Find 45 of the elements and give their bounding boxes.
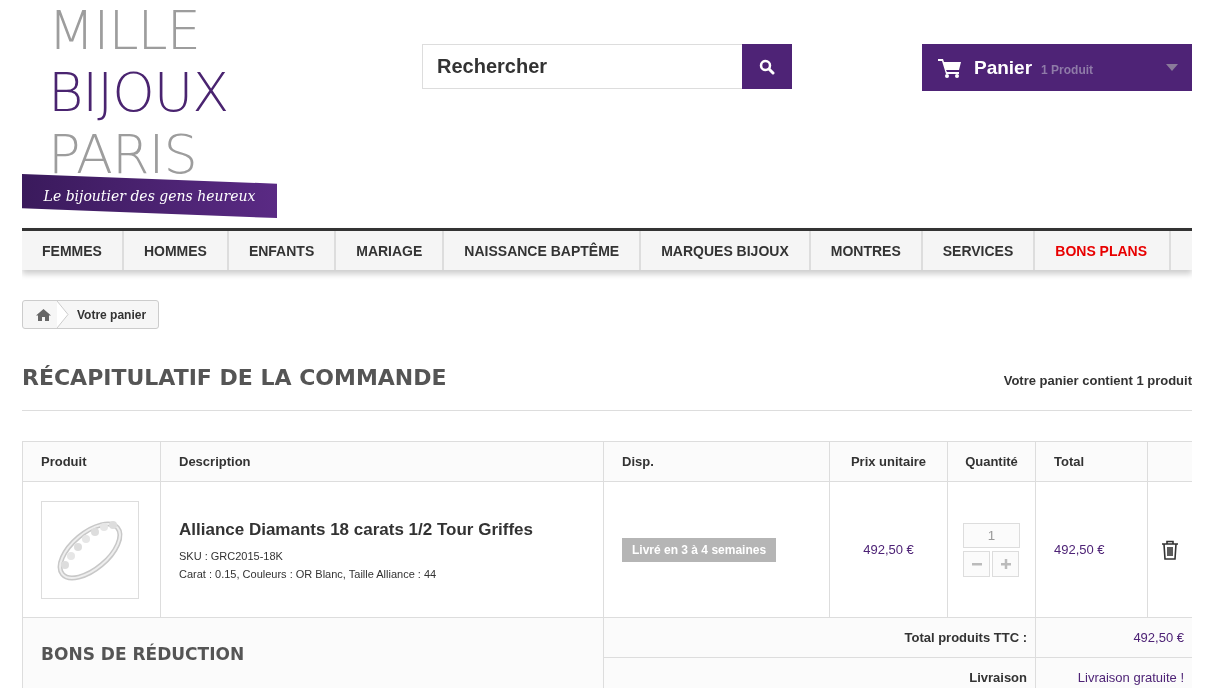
- column-header: Prix unitaire: [830, 442, 948, 482]
- cart-icon: [938, 57, 962, 78]
- menu-item[interactable]: FEMMES: [22, 231, 124, 270]
- section-heading: BONS DE RÉDUCTION: [41, 644, 246, 664]
- column-header: Total: [1036, 442, 1148, 482]
- breadcrumb-current: Votre panier: [76, 307, 148, 322]
- search-icon: [759, 58, 775, 75]
- cart-button[interactable]: Panier 1 Produit: [922, 44, 1192, 91]
- column-header: Quantité: [948, 442, 1036, 482]
- caret-icon: [1166, 64, 1178, 71]
- cart-count: 1 Produit: [1041, 62, 1094, 77]
- page-heading: RÉCAPITULATIF DE LA COMMANDE: [22, 365, 447, 390]
- plus-icon: [1000, 558, 1011, 569]
- total-value: 492,50 €: [1036, 618, 1192, 658]
- product-name[interactable]: Alliance Diamants 18 carats 1/2 Tour Griffes: [179, 519, 533, 540]
- column-header: Description: [161, 442, 604, 482]
- total-label: Total produits TTC :: [604, 618, 1036, 658]
- total-price: 492,50 €: [1054, 542, 1105, 557]
- menu-item[interactable]: NAISSANCE BAPTÊME: [444, 231, 642, 270]
- delete-button[interactable]: [1161, 539, 1179, 560]
- logo-text: PARIS: [48, 124, 197, 186]
- search-field[interactable]: Rechercher: [422, 44, 742, 89]
- logo-text: MILLE: [48, 0, 200, 62]
- menu-item[interactable]: MARIAGE: [336, 231, 445, 270]
- logo-text: BIJOUX: [48, 62, 229, 124]
- menu-item[interactable]: BONS PLANS: [1035, 231, 1172, 270]
- unit-price: 492,50 €: [863, 542, 914, 557]
- cart-summary: Votre panier contient 1 produit: [1003, 373, 1192, 388]
- search-button[interactable]: [742, 44, 792, 89]
- menu-item[interactable]: SERVICES: [922, 231, 1036, 270]
- column-header: Disp.: [604, 442, 830, 482]
- product-sku: SKU : GRC2015-18K: [179, 549, 283, 562]
- menu-item[interactable]: MARQUES BIJOUX: [641, 231, 811, 270]
- menu-item[interactable]: ENFANTS: [228, 231, 337, 270]
- column-header: Produit: [23, 442, 161, 482]
- menu-item[interactable]: MONTRES: [810, 231, 923, 270]
- menu-item[interactable]: HOMMES: [123, 231, 229, 270]
- total-label: Livraison: [604, 658, 1036, 688]
- logo[interactable]: MILLE BIJOUX PARIS Le bijoutier des gens heureux: [22, 0, 277, 218]
- product-attributes: Carat : 0.15, Couleurs : OR Blanc, Taille Alliance : 44: [179, 567, 437, 580]
- trash-icon: [1161, 539, 1179, 560]
- total-value: Livraison gratuite !: [1036, 658, 1192, 688]
- availability-label: Livré en 3 à 4 semaines: [622, 537, 777, 562]
- home-icon: [36, 308, 51, 321]
- logo-tagline: Le bijoutier des gens heureux: [43, 188, 256, 204]
